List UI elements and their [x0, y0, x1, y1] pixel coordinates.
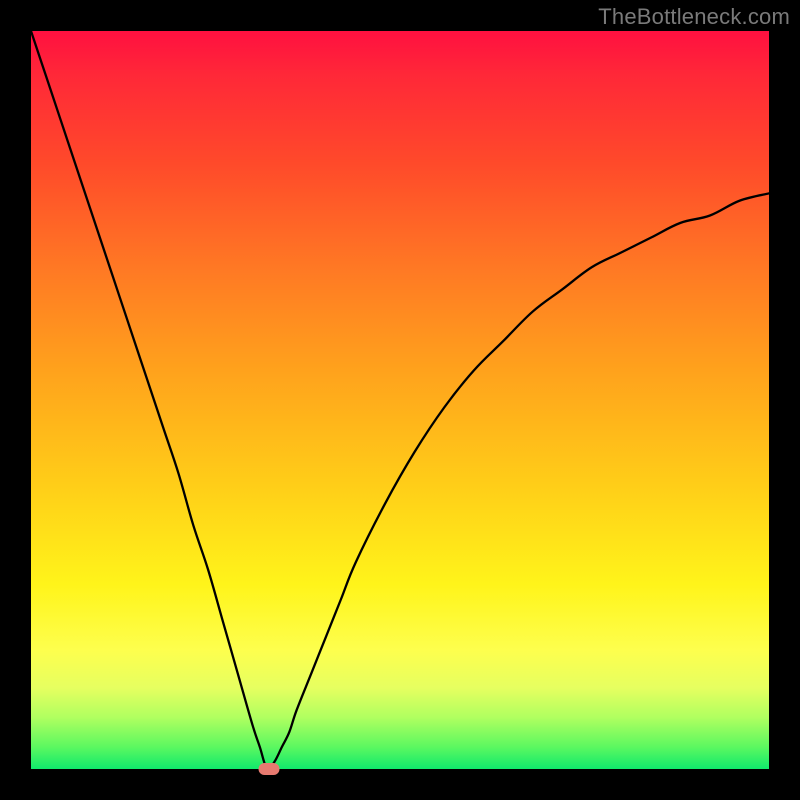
chart-frame: TheBottleneck.com [0, 0, 800, 800]
optimal-marker [259, 763, 280, 775]
bottleneck-curve [31, 31, 769, 769]
plot-area [31, 31, 769, 769]
watermark-text: TheBottleneck.com [598, 4, 790, 30]
